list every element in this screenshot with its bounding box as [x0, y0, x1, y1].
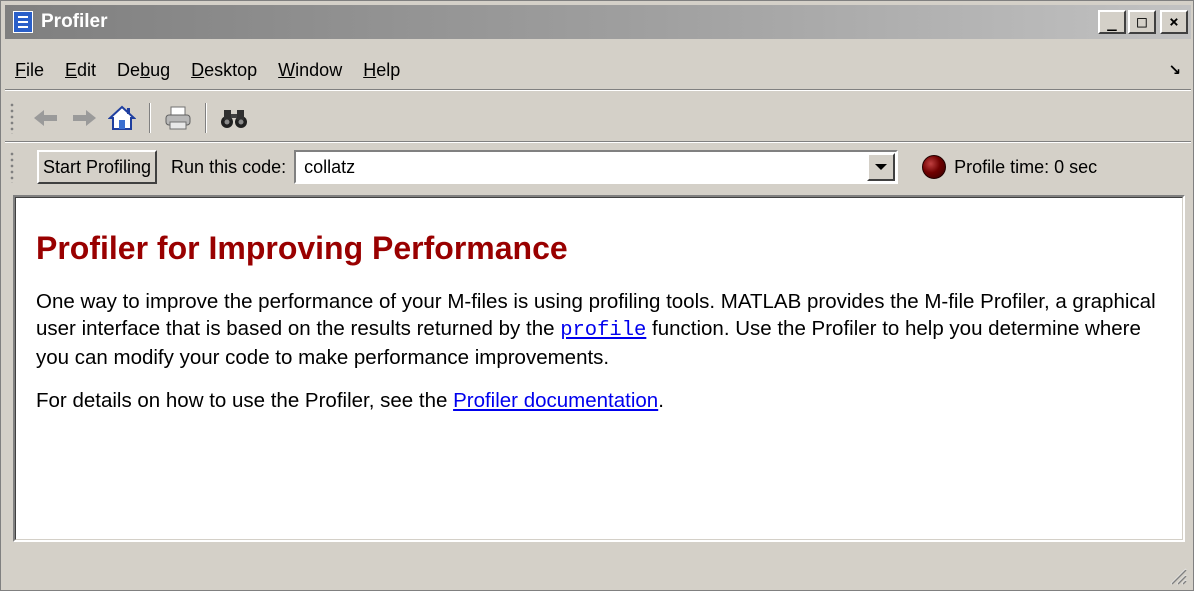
profiler-window: Profiler _ □ × File Edit Debug Desktop W…: [0, 0, 1194, 591]
menu-edit[interactable]: Edit: [65, 60, 96, 81]
title-bar[interactable]: Profiler _ □ ×: [5, 5, 1191, 39]
details-paragraph: For details on how to use the Profiler, …: [36, 387, 1168, 414]
menu-debug-mnemonic: b: [140, 59, 151, 80]
page-heading: Profiler for Improving Performance: [36, 230, 568, 266]
menu-edit-post: dit: [77, 59, 97, 80]
run-code-input[interactable]: [296, 156, 857, 178]
run-code-label: Run this code:: [171, 156, 287, 177]
dock-arrow-icon[interactable]: ↘: [1168, 61, 1181, 79]
toolbar-separator: [149, 103, 151, 133]
back-arrow-icon[interactable]: [31, 103, 61, 133]
profile-bar: Start Profiling Run this code: Profile t…: [5, 147, 1191, 187]
print-icon[interactable]: [163, 103, 193, 133]
profile-function-link[interactable]: profile: [560, 319, 646, 342]
menu-help[interactable]: Help: [363, 60, 400, 81]
menu-file-post: ile: [26, 59, 45, 80]
menu-debug-post: ug: [150, 59, 171, 80]
menu-desktop-mnemonic: D: [191, 59, 205, 80]
content-pane: Profiler for Improving Performance One w…: [13, 195, 1185, 542]
menu-window[interactable]: Window: [278, 60, 342, 81]
profiler-documentation-link[interactable]: Profiler documentation: [453, 389, 658, 412]
menu-debug[interactable]: Debug: [117, 60, 170, 81]
toolbar: [5, 97, 1191, 139]
profile-status-indicator-icon: [922, 155, 947, 179]
toolbar-grip-icon[interactable]: [9, 102, 15, 134]
details-text-b: .: [658, 389, 664, 412]
window-controls: _ □ ×: [1098, 10, 1188, 34]
run-code-combobox[interactable]: [294, 150, 899, 184]
minimize-button[interactable]: _: [1098, 10, 1126, 34]
menu-help-post: elp: [376, 59, 401, 80]
close-button[interactable]: ×: [1160, 10, 1188, 34]
maximize-button[interactable]: □: [1128, 10, 1156, 34]
home-icon[interactable]: [107, 103, 137, 133]
window-title: Profiler: [41, 11, 108, 32]
resize-grip-icon[interactable]: [1167, 565, 1187, 585]
menu-edit-mnemonic: E: [65, 59, 78, 80]
toolbar-separator: [205, 103, 207, 133]
toolbar-separator-line: [5, 141, 1191, 143]
menu-help-mnemonic: H: [363, 59, 377, 80]
menu-file-mnemonic: F: [15, 59, 26, 80]
profile-time-label: Profile time: 0 sec: [954, 156, 1098, 177]
find-binoculars-icon[interactable]: [219, 103, 249, 133]
status-bar: [5, 549, 1191, 589]
menu-separator: [5, 89, 1191, 91]
menu-debug-pre: De: [117, 59, 141, 80]
menu-desktop-post: esktop: [204, 59, 258, 80]
combo-dropdown-button[interactable]: [867, 153, 896, 181]
intro-paragraph: One way to improve the performance of yo…: [36, 288, 1168, 371]
menu-window-post: indow: [295, 59, 343, 80]
menu-file[interactable]: File: [15, 60, 44, 81]
forward-arrow-icon[interactable]: [69, 103, 99, 133]
menu-desktop[interactable]: Desktop: [191, 60, 257, 81]
start-profiling-button[interactable]: Start Profiling: [37, 150, 158, 184]
chevron-down-icon: [875, 164, 888, 170]
menu-window-mnemonic: W: [278, 59, 296, 80]
profilebar-grip-icon[interactable]: [9, 151, 15, 183]
menu-bar: File Edit Debug Desktop Window Help ↘: [5, 55, 1191, 85]
profiler-app-icon: [13, 11, 33, 33]
content-inner: Profiler for Improving Performance One w…: [15, 197, 1183, 540]
details-text-a: For details on how to use the Profiler, …: [36, 389, 454, 412]
